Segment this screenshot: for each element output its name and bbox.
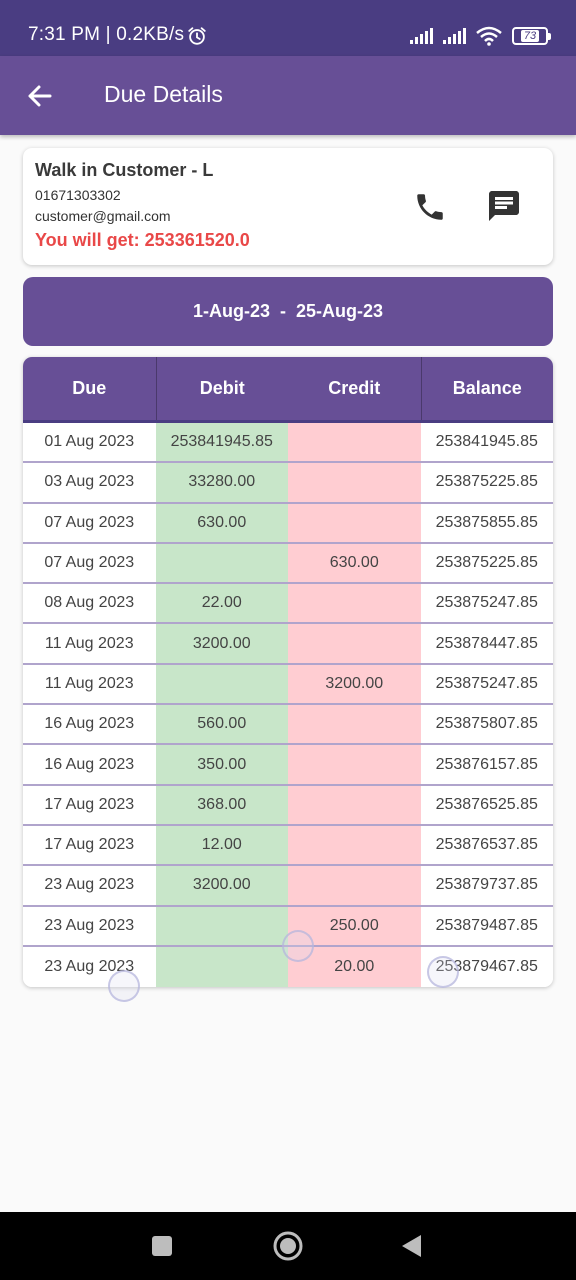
touch-indicator (427, 956, 459, 988)
table-row: 16 Aug 2023 560.00 253875807.85 (23, 705, 553, 746)
balance-cell: 253876525.85 (420, 785, 553, 824)
due-table: Due Debit Credit Balance 01 Aug 2023 2538… (23, 357, 553, 987)
credit-cell (288, 463, 421, 502)
table-row: 17 Aug 2023 368.00 253876525.85 (23, 785, 553, 826)
credit-cell (288, 624, 421, 663)
signal-icon (443, 28, 466, 44)
date-cell: 01 Aug 2023 (23, 423, 156, 462)
date-cell: 07 Aug 2023 (23, 543, 156, 583)
touch-indicator (108, 970, 140, 1002)
balance-cell: 253875855.85 (420, 503, 553, 542)
table-row: 16 Aug 2023 350.00 253876157.85 (23, 745, 553, 786)
date-cell: 03 Aug 2023 (23, 463, 156, 502)
customer-email: customer@gmail.com (35, 208, 171, 224)
table-header: Due Debit Credit Balance (23, 357, 553, 423)
page-title: Due Details (104, 81, 223, 107)
date-cell: 23 Aug 2023 (23, 906, 156, 945)
battery-level: 73 (520, 30, 540, 42)
navigation-bar (0, 1212, 576, 1280)
table-row: 17 Aug 2023 12.00 253876537.85 (23, 825, 553, 867)
credit-cell: 3200.00 (288, 664, 421, 704)
date-cell: 17 Aug 2023 (23, 785, 156, 824)
debit-cell: 630.00 (155, 503, 288, 542)
credit-cell (288, 825, 421, 865)
date-cell: 16 Aug 2023 (23, 705, 156, 744)
due-amount: You will get: 253361520.0 (35, 230, 250, 250)
message-icon[interactable] (486, 188, 522, 224)
table-row: 11 Aug 2023 3200.00 253878447.85 (23, 624, 553, 665)
date-range-button[interactable]: 1-Aug-23 - 25-Aug-23 (23, 277, 553, 346)
debit-cell: 368.00 (155, 785, 288, 824)
credit-cell (288, 785, 421, 824)
debit-cell (155, 946, 288, 987)
date-cell: 16 Aug 2023 (23, 745, 156, 784)
date-cell: 08 Aug 2023 (23, 584, 156, 623)
arrow-left-icon[interactable] (22, 78, 58, 114)
wifi-icon (476, 26, 502, 46)
table-body: 01 Aug 2023 253841945.85 253841945.85 03 Au… (23, 423, 553, 987)
balance-cell: 253841945.85 (420, 423, 553, 462)
credit-cell (288, 423, 421, 462)
debit-cell: 350.00 (155, 745, 288, 784)
status-time: 7:31 PM | 0.2KB/s (28, 24, 185, 45)
status-bar: 7:31 PM | 0.2KB/s 73 (0, 0, 576, 56)
balance-cell: 253879737.85 (420, 866, 553, 905)
table-row: 01 Aug 2023 253841945.85 253841945.85 (23, 423, 553, 464)
balance-cell: 253875247.85 (420, 664, 553, 704)
debit-cell: 3200.00 (155, 624, 288, 663)
debit-cell: 560.00 (155, 705, 288, 744)
customer-phone: 01671303302 (35, 187, 121, 203)
customer-name: Walk in Customer - L (35, 160, 214, 180)
customer-card: Walk in Customer - L 01671303302 custome… (23, 148, 553, 265)
column-header-balance: Balance (420, 357, 554, 420)
table-row: 07 Aug 2023 630.00 253875855.85 (23, 503, 553, 544)
balance-cell: 253875807.85 (420, 705, 553, 744)
credit-cell (288, 584, 421, 623)
debit-cell (155, 664, 288, 704)
debit-cell: 33280.00 (155, 463, 288, 502)
balance-cell: 253879487.85 (420, 906, 553, 945)
balance-cell: 253875225.85 (420, 543, 553, 583)
battery-icon: 73 (512, 27, 551, 45)
credit-cell (288, 745, 421, 784)
balance-cell: 253878447.85 (420, 624, 553, 663)
column-header-debit: Debit (155, 357, 289, 420)
alarm-icon (188, 27, 206, 45)
column-header-credit: Credit (328, 378, 381, 398)
phone-icon[interactable] (413, 190, 447, 224)
date-cell: 17 Aug 2023 (23, 825, 156, 865)
debit-cell: 22.00 (155, 584, 288, 623)
debit-cell: 12.00 (155, 825, 288, 865)
balance-cell: 253876157.85 (420, 745, 553, 784)
signal-icon (410, 28, 433, 44)
date-cell: 11 Aug 2023 (23, 664, 156, 704)
status-icons: 73 (410, 26, 551, 46)
app-bar: Due Details (0, 56, 576, 135)
date-cell: 07 Aug 2023 (23, 503, 156, 542)
credit-cell (288, 503, 421, 542)
date-cell: 11 Aug 2023 (23, 624, 156, 663)
credit-cell (288, 866, 421, 905)
table-row: 08 Aug 2023 22.00 253875247.85 (23, 584, 553, 625)
table-row: 11 Aug 2023 3200.00 253875247.85 (23, 664, 553, 706)
debit-cell (155, 906, 288, 945)
debit-cell: 3200.00 (155, 866, 288, 905)
balance-cell: 253876537.85 (420, 825, 553, 865)
table-row: 03 Aug 2023 33280.00 253875225.85 (23, 463, 553, 504)
balance-cell: 253875247.85 (420, 584, 553, 623)
credit-cell: 630.00 (288, 543, 421, 583)
debit-cell: 253841945.85 (155, 423, 288, 462)
square-icon[interactable] (146, 1230, 178, 1262)
touch-indicator (282, 930, 314, 962)
circle-home-icon[interactable] (272, 1230, 304, 1262)
balance-cell: 253875225.85 (420, 463, 553, 502)
credit-cell (288, 705, 421, 744)
table-row: 07 Aug 2023 630.00 253875225.85 (23, 543, 553, 585)
column-header-due: Due (72, 378, 107, 398)
date-cell: 23 Aug 2023 (23, 866, 156, 905)
triangle-back-icon[interactable] (396, 1230, 428, 1262)
debit-cell (155, 543, 288, 583)
table-row: 23 Aug 2023 3200.00 253879737.85 (23, 866, 553, 907)
